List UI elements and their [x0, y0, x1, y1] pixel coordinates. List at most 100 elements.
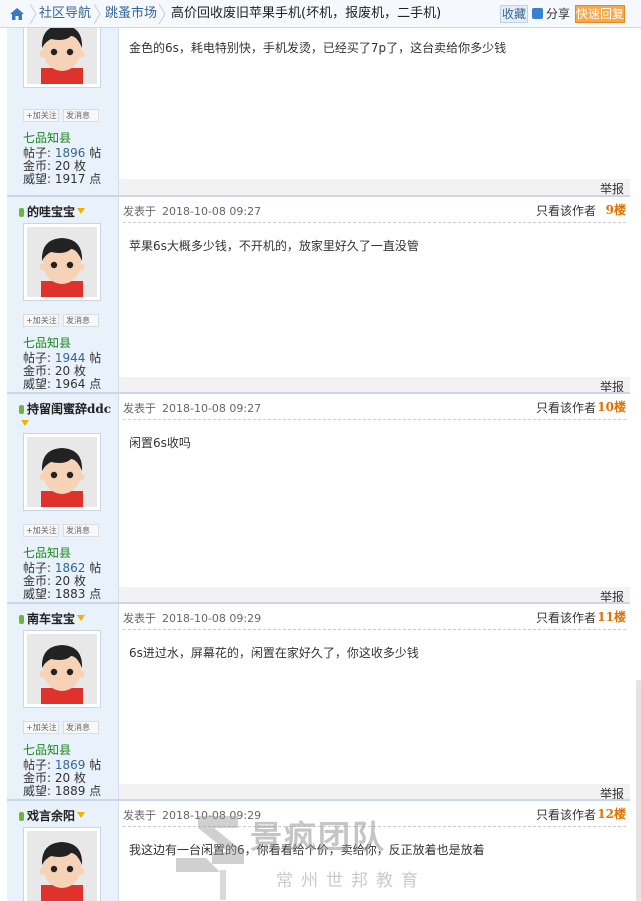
author-name[interactable]: 戏言余阳 [19, 807, 86, 824]
post-content: 金色的6s，耗电特别快，手机发烫，已经买了7p了，这台卖给你多少钱 [129, 41, 507, 55]
stat-prestige: 威望: 1889 点 [23, 784, 102, 798]
only-author-link[interactable]: 只看该作者 [536, 806, 596, 823]
stat-coins: 金币: 20 枚 [23, 159, 86, 173]
author-name[interactable]: 南车宝宝 [19, 610, 86, 627]
floor-number[interactable]: 11楼 [597, 608, 626, 625]
post-meta: 发表于 2018-10-08 09:27 [123, 205, 262, 218]
author-name[interactable]: 持留闺蜜辞ddc [19, 400, 111, 431]
stat-prestige: 威望: 1964 点 [23, 377, 102, 391]
online-icon [19, 812, 24, 821]
only-author-link[interactable]: 只看该作者 [536, 202, 596, 219]
author-sidebar: 持留闺蜜辞ddc +加关注 发消息 七品知县 帖子: 1862 帖金币: 20 枚威望:… [7, 394, 119, 604]
post-content: 苹果6s大概多少钱，不开机的，放家里好久了一直没管 [129, 239, 419, 253]
post-content: 我这边有一台闲置的6，你看看给个价，卖给你，反正放着也是放着 [129, 843, 485, 857]
avatar[interactable] [23, 630, 101, 708]
stat-posts: 帖子: 1944 帖 [23, 351, 102, 365]
follow-button[interactable]: +加关注 [23, 109, 59, 122]
gender-icon [77, 615, 86, 621]
follow-button[interactable]: +加关注 [23, 721, 59, 734]
breadcrumb-separator-icon [29, 3, 37, 25]
post-body: 发表于 2018-10-08 09:27 只看该作者 10楼 闲置6s收吗 举报 [119, 394, 630, 604]
post: 的哇宝宝 +加关注 发消息 七品知县 帖子: 1944 帖金币: 20 枚威望: 196… [7, 195, 630, 394]
gender-icon [77, 812, 86, 818]
breadcrumb-flea-market[interactable]: 跳蚤市场 [105, 6, 157, 22]
post-date: 2018-10-08 09:29 [162, 809, 262, 822]
share-label: 分享 [546, 7, 571, 21]
post-footer: 举报 [119, 179, 630, 196]
online-icon [19, 405, 24, 414]
floor-number[interactable]: 12楼 [597, 805, 626, 822]
avatar[interactable] [23, 827, 101, 901]
stat-posts-value[interactable]: 1896 [55, 146, 86, 160]
avatar-image [27, 437, 97, 507]
stat-posts: 帖子: 1862 帖 [23, 561, 102, 575]
post-content: 闲置6s收吗 [129, 436, 191, 450]
post-date: 2018-10-08 09:29 [162, 612, 262, 625]
home-icon[interactable] [9, 6, 25, 22]
breadcrumb-bar: 社区导航 跳蚤市场 高价回收废旧苹果手机(坏机，报废机，二手机) 收藏 分享 快… [0, 0, 641, 28]
breadcrumb-separator-icon [93, 3, 101, 25]
scrollbar[interactable] [636, 680, 641, 901]
gender-icon [21, 420, 29, 426]
author-sidebar: +加关注 发消息 七品知县 帖子: 1896 帖 金币: 20 枚 威望: 19… [7, 0, 119, 196]
stat-prestige-value: 1964 [54, 377, 86, 391]
user-level: 七品知县 [23, 131, 72, 145]
post-date: 2018-10-08 09:27 [162, 205, 262, 218]
online-icon [19, 615, 24, 624]
message-button[interactable]: 发消息 [63, 109, 99, 122]
avatar-image [27, 831, 97, 901]
user-level: 七品知县 [23, 743, 72, 757]
favorite-button[interactable]: 收藏 [500, 5, 528, 23]
stat-coins-value: 20 [54, 574, 71, 588]
online-icon [19, 208, 24, 217]
stat-coins: 金币: 20 枚 [23, 574, 86, 588]
post-date: 2018-10-08 09:27 [162, 402, 262, 415]
only-author-link[interactable]: 只看该作者 [536, 399, 596, 416]
breadcrumb-community-nav[interactable]: 社区导航 [39, 6, 91, 22]
post: +加关注 发消息 七品知县 帖子: 1896 帖 金币: 20 枚 威望: 19… [7, 0, 630, 196]
stat-coins-value: 20 [54, 771, 71, 785]
post-body: 发表于 2018-10-08 09:29 只看该作者 12楼我这边有一台闲置的6，你看… [119, 801, 630, 901]
stat-posts-value[interactable]: 1944 [55, 351, 86, 365]
share-button[interactable]: 分享 [532, 5, 572, 23]
post: 戏言余阳 发表于 2018-10-08 09:29 只看该作者 12楼我这边有一台闲置的… [7, 799, 630, 901]
post-body: 金色的6s，耗电特别快，手机发烫，已经买了7p了，这台卖给你多少钱 举报 [119, 0, 630, 196]
breadcrumb-separator-icon [158, 3, 166, 25]
stat-prestige-value: 1883 [54, 587, 86, 601]
floor-number[interactable]: 10楼 [597, 398, 626, 415]
stat-posts: 帖子: 1869 帖 [23, 758, 102, 772]
author-name[interactable]: 的哇宝宝 [19, 203, 86, 220]
stat-coins-value: 20 [54, 364, 71, 378]
avatar[interactable] [23, 223, 101, 301]
stat-prestige-value: 1889 [54, 784, 86, 798]
message-button[interactable]: 发消息 [63, 314, 99, 327]
divider [123, 419, 626, 420]
message-button[interactable]: 发消息 [63, 721, 99, 734]
divider [123, 222, 626, 223]
divider [123, 826, 626, 827]
thread-title: 高价回收废旧苹果手机(坏机，报废机，二手机) [171, 6, 442, 21]
avatar[interactable] [23, 433, 101, 511]
stat-posts-value[interactable]: 1869 [55, 758, 86, 772]
share-icon [532, 8, 543, 19]
post-meta: 发表于 2018-10-08 09:29 [123, 809, 262, 822]
user-level: 七品知县 [23, 546, 72, 560]
post-body: 发表于 2018-10-08 09:29 只看该作者 11楼 6s进过水，屏幕花的，闲置… [119, 604, 630, 801]
stat-coins: 金币: 20 枚 [23, 771, 86, 785]
follow-button[interactable]: +加关注 [23, 524, 59, 537]
follow-button[interactable]: +加关注 [23, 314, 59, 327]
only-author-link[interactable]: 只看该作者 [536, 609, 596, 626]
message-button[interactable]: 发消息 [63, 524, 99, 537]
divider [123, 629, 626, 630]
post: 持留闺蜜辞ddc +加关注 发消息 七品知县 帖子: 1862 帖金币: 20 枚威望:… [7, 392, 630, 604]
quick-reply-button[interactable]: 快速回复 [575, 5, 625, 23]
post-content: 6s进过水，屏幕花的，闲置在家好久了，你这收多少钱 [129, 646, 419, 660]
post-meta: 发表于 2018-10-08 09:27 [123, 402, 262, 415]
avatar-image [27, 227, 97, 297]
post-meta: 发表于 2018-10-08 09:29 [123, 612, 262, 625]
author-sidebar: 的哇宝宝 +加关注 发消息 七品知县 帖子: 1944 帖金币: 20 枚威望: 196… [7, 197, 119, 394]
floor-number[interactable]: 9楼 [606, 201, 626, 218]
stat-posts-value[interactable]: 1862 [55, 561, 86, 575]
stat-prestige: 威望: 1917 点 [23, 172, 102, 186]
user-level: 七品知县 [23, 336, 72, 350]
